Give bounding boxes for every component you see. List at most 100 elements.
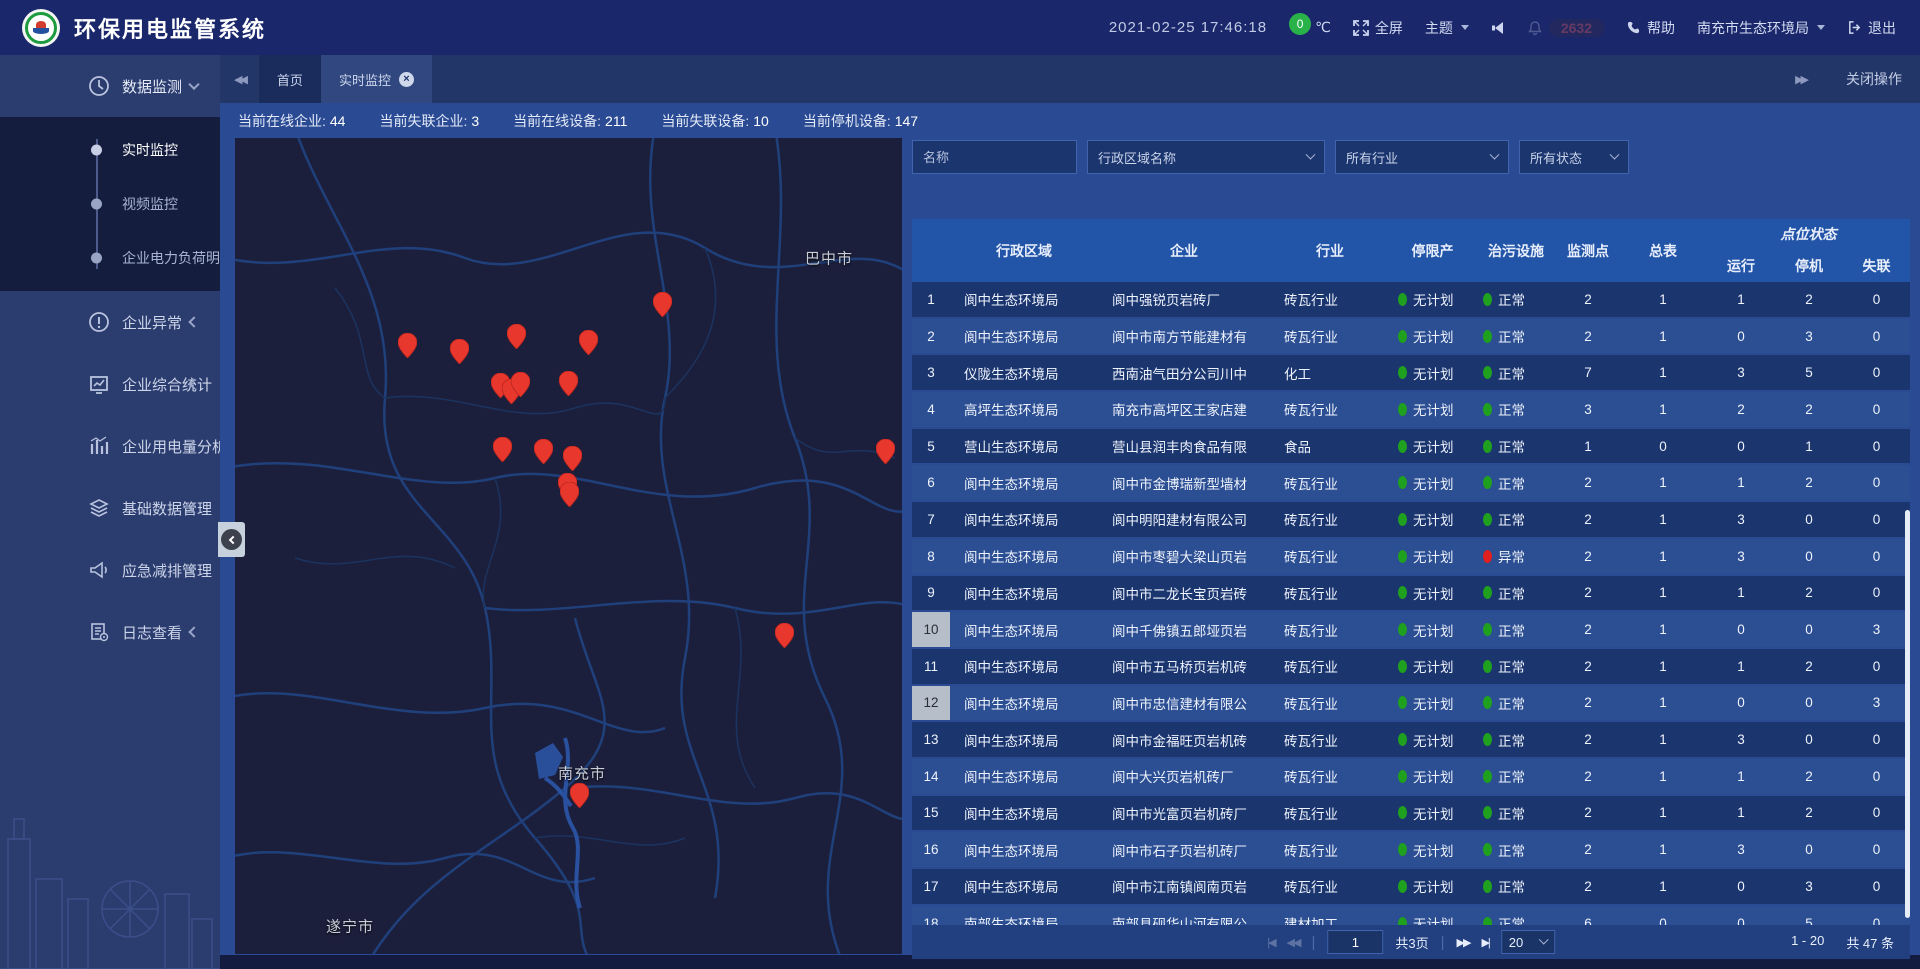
table-row[interactable]: 12阆中生态环境局阆中市忠信建材有限公砖瓦行业无计划正常21003 bbox=[912, 686, 1910, 721]
sidebar-item[interactable]: 数据监测 bbox=[0, 55, 220, 117]
tabs-scroll-right-button[interactable]: ▶▶ bbox=[1781, 73, 1820, 86]
map-pin[interactable] bbox=[579, 330, 598, 355]
cell-production-limit: 无计划 bbox=[1390, 326, 1475, 346]
table-row[interactable]: 15阆中生态环境局阆中市光富页岩机砖厂砖瓦行业无计划正常21120 bbox=[912, 796, 1910, 831]
map-panel[interactable]: 巴中市南充市遂宁市 bbox=[235, 138, 902, 954]
sidebar-subitem[interactable]: 视频监控 bbox=[0, 177, 220, 231]
theme-dropdown[interactable]: 主题 bbox=[1425, 18, 1469, 38]
organization-dropdown[interactable]: 南充市生态环境局 bbox=[1697, 18, 1825, 38]
status-dot-green bbox=[1483, 330, 1492, 343]
map-pin[interactable] bbox=[398, 333, 417, 358]
close-operations-button[interactable]: 关闭操作 bbox=[1846, 69, 1902, 89]
table-scrollbar[interactable] bbox=[1905, 510, 1910, 918]
mute-button[interactable] bbox=[1491, 21, 1505, 35]
cell-stopped: 5 bbox=[1775, 916, 1843, 925]
notifications[interactable]: 2632 bbox=[1527, 19, 1604, 37]
next-page-button[interactable]: ▶▶ bbox=[1457, 936, 1470, 949]
logout-button[interactable]: 退出 bbox=[1847, 18, 1896, 38]
status-filter-select[interactable]: 所有状态 bbox=[1519, 140, 1629, 174]
cell-running: 0 bbox=[1707, 916, 1775, 925]
column-header: 行政区域 bbox=[950, 241, 1098, 261]
sidebar-item[interactable]: 企业用电量分析 bbox=[0, 415, 220, 477]
cell-region: 营山生态环境局 bbox=[950, 436, 1098, 456]
cell-disconnected: 0 bbox=[1843, 292, 1910, 307]
status-dot-green bbox=[1483, 806, 1492, 819]
map-pin[interactable] bbox=[560, 482, 579, 507]
map-pin[interactable] bbox=[534, 439, 553, 464]
sidebar-item[interactable]: 日志查看 bbox=[0, 601, 220, 663]
city-skyline-decoration bbox=[0, 799, 220, 969]
table-row[interactable]: 4高坪生态环境局南充市高坪区王家店建砖瓦行业无计划正常31220 bbox=[912, 392, 1910, 427]
cell-stopped: 0 bbox=[1775, 622, 1843, 637]
stat-value: 3 bbox=[471, 113, 479, 129]
status-dot-green bbox=[1483, 917, 1492, 925]
sidebar-item[interactable]: 企业异常 bbox=[0, 291, 220, 353]
table-row[interactable]: 17阆中生态环境局阆中市江南镇阆南页岩砖瓦行业无计划正常21030 bbox=[912, 869, 1910, 904]
cell-monitor-points: 1 bbox=[1557, 439, 1619, 454]
tab-close-icon[interactable]: × bbox=[399, 72, 414, 87]
map-pin[interactable] bbox=[876, 439, 895, 464]
column-header: 行业 bbox=[1270, 241, 1390, 261]
cell-company: 阆中明阳建材有限公司 bbox=[1098, 509, 1270, 529]
table-row[interactable]: 11阆中生态环境局阆中市五马桥页岩机砖砖瓦行业无计划正常21120 bbox=[912, 649, 1910, 684]
page-number-input[interactable] bbox=[1327, 930, 1383, 954]
tabs-scroll-left-button[interactable]: ◀◀ bbox=[220, 73, 259, 86]
prev-page-button[interactable]: ◀◀ bbox=[1287, 936, 1300, 949]
table-row[interactable]: 3仪陇生态环境局西南油气田分公司川中化工无计划正常71350 bbox=[912, 355, 1910, 390]
table-row[interactable]: 9阆中生态环境局阆中市二龙长宝页岩砖砖瓦行业无计划正常21120 bbox=[912, 576, 1910, 611]
map-pin[interactable] bbox=[450, 339, 469, 364]
table-row[interactable]: 8阆中生态环境局阆中市枣碧大梁山页岩砖瓦行业无计划异常21300 bbox=[912, 539, 1910, 574]
map-pin[interactable] bbox=[507, 324, 526, 349]
table-row[interactable]: 6阆中生态环境局阆中市金博瑞新型墙材砖瓦行业无计划正常21120 bbox=[912, 465, 1910, 500]
map-pin[interactable] bbox=[559, 371, 578, 396]
name-filter[interactable] bbox=[912, 140, 1077, 174]
cell-stopped: 0 bbox=[1775, 549, 1843, 564]
page-size-select[interactable]: 20 bbox=[1501, 930, 1555, 954]
table-row[interactable]: 1阆中生态环境局阆中强锐页岩砖厂砖瓦行业无计划正常21120 bbox=[912, 282, 1910, 317]
cell-total-meters: 1 bbox=[1619, 402, 1707, 417]
cell-pollution-facility: 正常 bbox=[1475, 509, 1557, 529]
tab-label: 实时监控 bbox=[339, 70, 391, 89]
region-filter-select[interactable]: 行政区域名称 bbox=[1087, 140, 1325, 174]
cell-running: 0 bbox=[1707, 329, 1775, 344]
map-collapse-button[interactable] bbox=[218, 522, 245, 557]
alert-icon bbox=[88, 311, 110, 333]
cell-running: 1 bbox=[1707, 805, 1775, 820]
table-row[interactable]: 5营山生态环境局营山县润丰肉食品有限食品无计划正常10010 bbox=[912, 429, 1910, 464]
sidebar-subitem[interactable]: 企业电力负荷明细 bbox=[0, 231, 220, 285]
sidebar-item[interactable]: 基础数据管理 bbox=[0, 477, 220, 539]
table-row[interactable]: 7阆中生态环境局阆中明阳建材有限公司砖瓦行业无计划正常21300 bbox=[912, 502, 1910, 537]
map-pin[interactable] bbox=[563, 446, 582, 471]
cell-company: 营山县润丰肉食品有限 bbox=[1098, 436, 1270, 456]
table-row[interactable]: 16阆中生态环境局阆中市石子页岩机砖厂砖瓦行业无计划正常21300 bbox=[912, 832, 1910, 867]
sidebar-subitem[interactable]: 实时监控 bbox=[0, 123, 220, 177]
table-row[interactable]: 2阆中生态环境局阆中市南方节能建材有砖瓦行业无计划正常21030 bbox=[912, 319, 1910, 354]
cell-monitor-points: 2 bbox=[1557, 732, 1619, 747]
filter-bar: 行政区域名称 所有行业 所有状态 bbox=[912, 140, 1629, 178]
table-row[interactable]: 13阆中生态环境局阆中市金福旺页岩机砖砖瓦行业无计划正常21300 bbox=[912, 722, 1910, 757]
last-page-button[interactable]: ▶| bbox=[1481, 936, 1488, 949]
name-search-input[interactable] bbox=[923, 150, 1066, 165]
map-pin[interactable] bbox=[511, 372, 530, 397]
map-pin[interactable] bbox=[570, 783, 589, 808]
map-pin[interactable] bbox=[775, 623, 794, 648]
fullscreen-button[interactable]: 全屏 bbox=[1353, 18, 1403, 38]
sidebar-item[interactable]: 企业综合统计 bbox=[0, 353, 220, 415]
tab[interactable]: 首页 bbox=[259, 55, 321, 103]
total-pages-label: 共3页 bbox=[1395, 933, 1428, 952]
stat-item: 当前停机设备:147 bbox=[803, 111, 918, 131]
industry-filter-select[interactable]: 所有行业 bbox=[1335, 140, 1509, 174]
cell-stopped: 0 bbox=[1775, 842, 1843, 857]
tab[interactable]: 实时监控 × bbox=[321, 55, 432, 103]
first-page-button[interactable]: |◀ bbox=[1267, 936, 1274, 949]
cell-row-number: 13 bbox=[912, 722, 950, 757]
help-button[interactable]: 帮助 bbox=[1626, 18, 1675, 38]
map-pin[interactable] bbox=[653, 292, 672, 317]
sidebar-item[interactable]: 应急减排管理 bbox=[0, 539, 220, 601]
table-row[interactable]: 18南部生态环境局南部县砚华山河有限公建材加工无计划正常60050 bbox=[912, 906, 1910, 925]
map-pin[interactable] bbox=[493, 437, 512, 462]
cell-running: 1 bbox=[1707, 659, 1775, 674]
table-row[interactable]: 10阆中生态环境局阆中千佛镇五郎垭页岩砖瓦行业无计划正常21003 bbox=[912, 612, 1910, 647]
table-row[interactable]: 14阆中生态环境局阆中大兴页岩机砖厂砖瓦行业无计划正常21120 bbox=[912, 759, 1910, 794]
cell-monitor-points: 2 bbox=[1557, 512, 1619, 527]
